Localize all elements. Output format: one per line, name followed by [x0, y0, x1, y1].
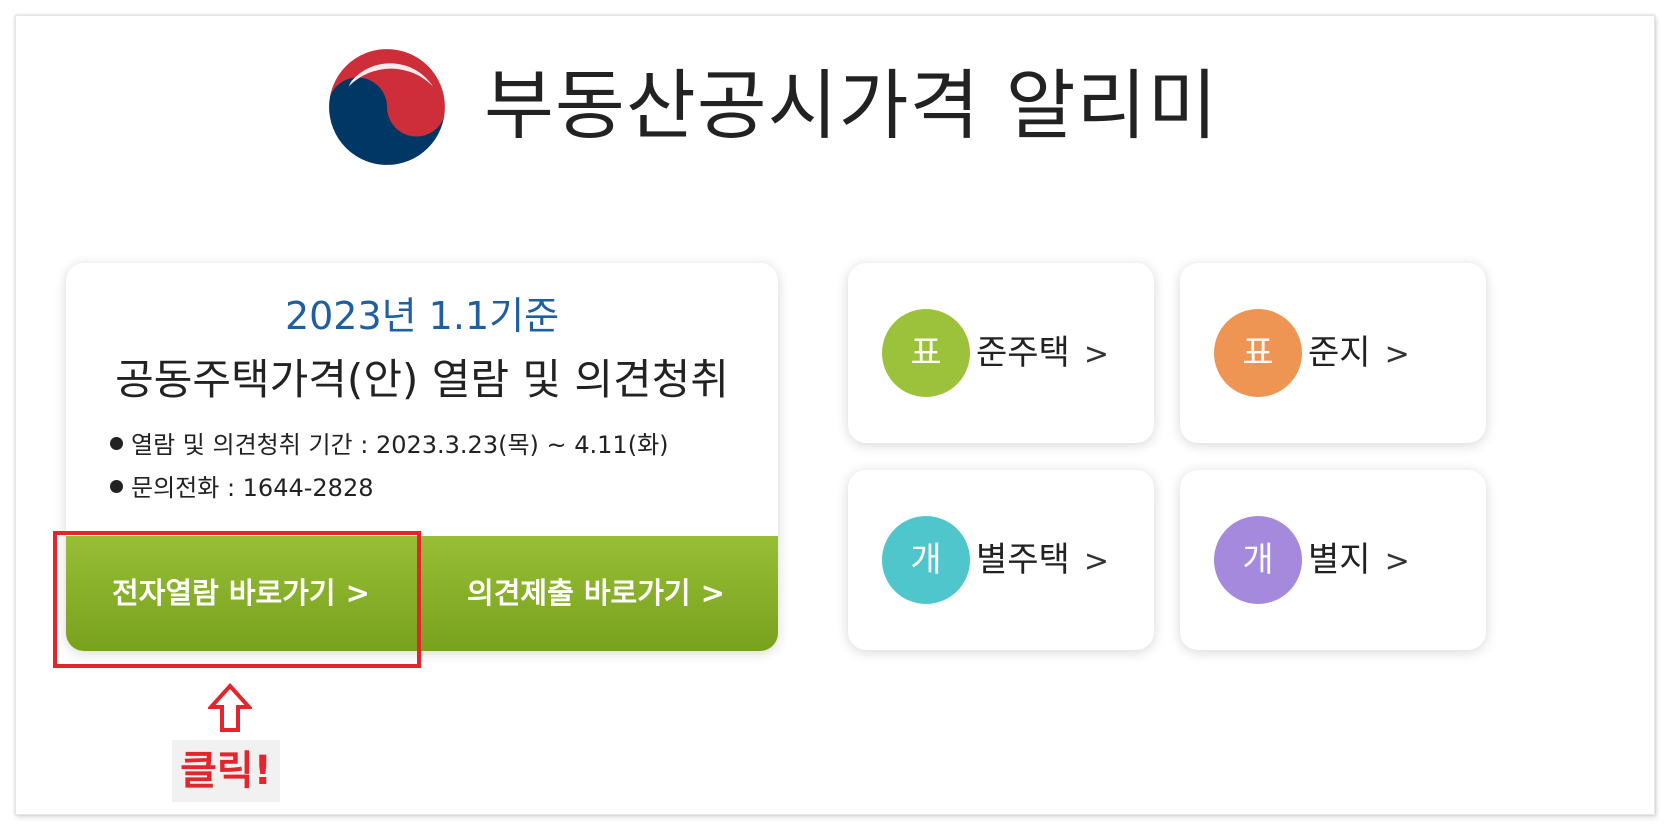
card-title: 공동주택가격(안) 열람 및 의견청취	[115, 355, 729, 404]
card-date: 2023년 1.1기준	[284, 294, 560, 338]
site-title: 부동산공시가격 알리미	[484, 61, 1219, 150]
tile-label: 준주택 >	[976, 329, 1109, 379]
highlight-box	[53, 531, 421, 668]
bullet-icon	[110, 437, 123, 450]
tile-label: 별지 >	[1308, 536, 1410, 586]
chevron-right-icon: >	[1384, 544, 1410, 579]
submit-opinion-button[interactable]: 의견제출 바로가기 >	[436, 536, 756, 651]
tile-label: 준지 >	[1308, 329, 1410, 379]
tile-badge: 표	[882, 309, 970, 397]
tile-label-text: 준지	[1308, 333, 1371, 373]
info-phone: 문의전화 : 1644-2828	[110, 472, 373, 504]
chevron-right-icon: >	[1384, 337, 1410, 372]
tile-label: 별주택 >	[976, 536, 1109, 586]
chevron-right-icon: >	[1083, 544, 1109, 579]
tile-badge: 표	[1214, 309, 1302, 397]
up-arrow-icon	[208, 683, 252, 732]
bullet-icon	[110, 480, 123, 493]
tile-standard-housing[interactable]: 표 준주택 >	[848, 263, 1154, 443]
tile-badge: 개	[1214, 516, 1302, 604]
click-annotation: 클릭!	[172, 740, 280, 802]
tile-label-text: 별지	[1308, 540, 1371, 580]
tile-badge: 개	[882, 516, 970, 604]
info-period: 열람 및 의견청취 기간 : 2023.3.23(목) ~ 4.11(화)	[110, 429, 669, 461]
tile-individual-housing[interactable]: 개 별주택 >	[848, 470, 1154, 650]
info-phone-text: 문의전화 : 1644-2828	[131, 474, 374, 502]
tile-label-text: 준주택	[976, 333, 1070, 373]
tile-individual-land[interactable]: 개 별지 >	[1180, 470, 1486, 650]
info-period-text: 열람 및 의견청취 기간 : 2023.3.23(목) ~ 4.11(화)	[131, 431, 669, 459]
government-emblem-icon	[327, 47, 447, 167]
tile-label-text: 별주택	[976, 540, 1070, 580]
tile-standard-land[interactable]: 표 준지 >	[1180, 263, 1486, 443]
chevron-right-icon: >	[1083, 337, 1109, 372]
